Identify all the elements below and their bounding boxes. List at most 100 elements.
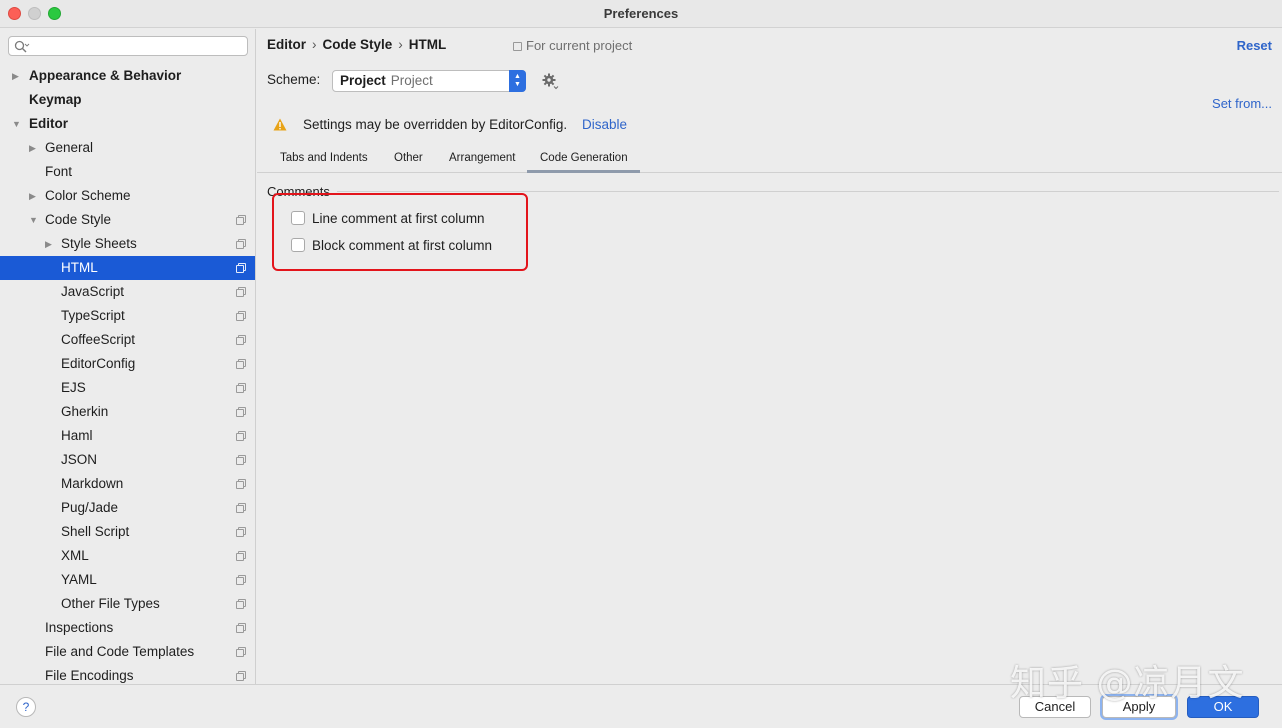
sidebar-item-editor[interactable]: ▼ Editor (0, 112, 255, 136)
highlight-annotation-box (272, 193, 528, 271)
sidebar-item-other-file-types[interactable]: Other File Types (0, 592, 255, 616)
project-scope-icon (236, 263, 246, 273)
sidebar-item-json[interactable]: JSON (0, 448, 255, 472)
sidebar-item-file-and-code-templates[interactable]: File and Code Templates (0, 640, 255, 664)
breadcrumb-editor: Editor (267, 37, 306, 52)
sidebar-item-label: Color Scheme (45, 188, 131, 203)
project-scope-icon (236, 239, 246, 249)
project-scope-icon (236, 215, 246, 225)
sidebar-item-label: Other File Types (61, 596, 160, 611)
sidebar-item-inspections[interactable]: Inspections (0, 616, 255, 640)
sidebar-item-code-style[interactable]: ▼ Code Style (0, 208, 255, 232)
sidebar-item-label: Keymap (29, 92, 82, 107)
project-scope-icon (236, 287, 246, 297)
sidebar-item-style-sheets[interactable]: ▶ Style Sheets (0, 232, 255, 256)
disable-editorconfig-link[interactable]: Disable (582, 117, 627, 132)
reset-link[interactable]: Reset (1237, 38, 1272, 53)
sidebar-item-label: XML (61, 548, 89, 563)
set-from-link[interactable]: Set from... (1212, 96, 1272, 111)
sidebar-item-javascript[interactable]: JavaScript (0, 280, 255, 304)
sidebar-item-label: CoffeeScript (61, 332, 136, 347)
settings-search-input[interactable] (8, 36, 248, 56)
breadcrumb-separator: › (398, 37, 403, 52)
sidebar-item-label: Appearance & Behavior (29, 68, 182, 83)
settings-tree: ▶ Appearance & Behavior Keymap ▼ Editor ▶ Gene… (0, 64, 255, 684)
project-scope-icon (236, 455, 246, 465)
sidebar-item-label: Style Sheets (61, 236, 137, 251)
select-stepper-icon: ▲ ▼ (509, 70, 526, 92)
project-scope-icon (236, 383, 246, 393)
sidebar-item-label: Shell Script (61, 524, 130, 539)
project-scope-icon (236, 335, 246, 345)
project-scope-icon (236, 575, 246, 585)
collapsed-arrow-icon[interactable]: ▶ (29, 136, 39, 160)
tab-tabs-and-indents[interactable]: Tabs and Indents (280, 152, 368, 164)
help-button[interactable]: ? (16, 697, 36, 717)
line-comment-checkbox[interactable] (291, 211, 305, 225)
title-bar: Preferences (0, 0, 1282, 28)
editorconfig-warning-text: Settings may be overridden by EditorConf… (303, 117, 568, 132)
project-scope-icon (236, 671, 246, 681)
sidebar-item-shell-script[interactable]: Shell Script (0, 520, 255, 544)
sidebar-item-pug-jade[interactable]: Pug/Jade (0, 496, 255, 520)
scheme-label: Scheme: (267, 72, 321, 87)
sidebar-item-coffeescript[interactable]: CoffeeScript (0, 328, 255, 352)
project-scope-icon (236, 503, 246, 513)
sidebar-item-file-encodings[interactable]: File Encodings (0, 664, 255, 684)
watermark-text: 知乎 @凉月文 (1010, 663, 1245, 704)
sidebar-item-label: Gherkin (61, 404, 109, 419)
sidebar-item-markdown[interactable]: Markdown (0, 472, 255, 496)
collapsed-arrow-icon[interactable]: ▶ (45, 232, 55, 256)
block-comment-option[interactable]: Block comment at first column (291, 238, 492, 256)
collapsed-arrow-icon[interactable]: ▶ (29, 184, 39, 208)
scheme-select[interactable]: Project Project ▲ ▼ (332, 70, 526, 92)
sidebar-item-appearance-behavior[interactable]: ▶ Appearance & Behavior (0, 64, 255, 88)
sidebar-item-html[interactable]: HTML (0, 256, 255, 280)
sidebar-item-general[interactable]: ▶ General (0, 136, 255, 160)
sidebar-item-xml[interactable]: XML (0, 544, 255, 568)
warning-icon (273, 118, 287, 131)
sidebar-item-ejs[interactable]: EJS (0, 376, 255, 400)
sidebar-item-label: Editor (29, 116, 68, 131)
sidebar-item-label: File and Code Templates (45, 644, 195, 659)
project-scope-icon (236, 623, 246, 633)
sidebar-item-haml[interactable]: Haml (0, 424, 255, 448)
sidebar-item-label: General (45, 140, 94, 155)
expanded-arrow-icon[interactable]: ▼ (29, 208, 39, 232)
sidebar-item-label: File Encodings (45, 668, 134, 683)
project-icon (513, 42, 522, 51)
project-scope-label: For current project (526, 38, 633, 53)
code-style-tabs: Tabs and Indents Other Arrangement Code … (257, 145, 1282, 173)
line-comment-option[interactable]: Line comment at first column (291, 211, 485, 229)
sidebar-item-label: HTML (61, 260, 98, 275)
sidebar-item-yaml[interactable]: YAML (0, 568, 255, 592)
project-scope-icon (236, 311, 246, 321)
sidebar-item-label: Pug/Jade (61, 500, 119, 515)
sidebar-item-label: JavaScript (61, 284, 125, 299)
project-scope-icon (236, 647, 246, 657)
project-scope-icon (236, 527, 246, 537)
sidebar-item-label: Inspections (45, 620, 114, 635)
sidebar-item-label: Font (45, 164, 73, 179)
sidebar-item-gherkin[interactable]: Gherkin (0, 400, 255, 424)
sidebar-item-color-scheme[interactable]: ▶ Color Scheme (0, 184, 255, 208)
breadcrumb-code-style: Code Style (322, 37, 393, 52)
tab-arrangement[interactable]: Arrangement (449, 152, 515, 164)
breadcrumb-separator: › (312, 37, 317, 52)
block-comment-label: Block comment at first column (312, 238, 493, 253)
sidebar-item-label: EJS (61, 380, 86, 395)
collapsed-arrow-icon[interactable]: ▶ (12, 64, 22, 88)
sidebar-item-font[interactable]: Font (0, 160, 255, 184)
tab-other[interactable]: Other (394, 152, 423, 164)
expanded-arrow-icon[interactable]: ▼ (12, 112, 22, 136)
project-scope-icon (236, 359, 246, 369)
sidebar-item-typescript[interactable]: TypeScript (0, 304, 255, 328)
sidebar-item-editorconfig[interactable]: EditorConfig (0, 352, 255, 376)
settings-sidebar: ▶ Appearance & Behavior Keymap ▼ Editor ▶ Gene… (0, 29, 256, 684)
gear-icon[interactable] (541, 72, 559, 90)
tab-code-generation[interactable]: Code Generation (540, 152, 628, 164)
block-comment-checkbox[interactable] (291, 238, 305, 252)
group-divider (337, 191, 1279, 192)
sidebar-item-keymap[interactable]: Keymap (0, 88, 255, 112)
sidebar-item-label: EditorConfig (61, 356, 136, 371)
